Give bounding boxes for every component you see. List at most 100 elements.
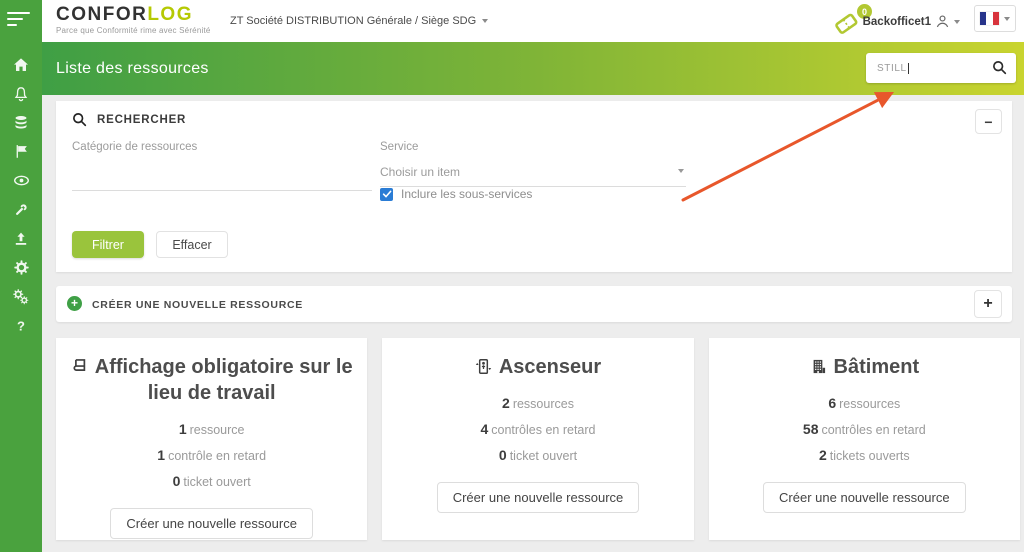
stat-value: 1 [157,447,165,463]
database-icon [13,115,29,131]
sidebar-item-tools[interactable] [0,195,42,224]
stat-tickets-ouverts: 2tickets ouverts [723,447,1006,463]
logo-secondary-text: LOG [147,4,193,25]
top-header: CONFORLOG Parce que Conformité rime avec… [42,0,1024,42]
france-flag-icon [980,12,999,25]
stat-value: 2 [502,395,510,411]
service-select[interactable]: Choisir un item [380,165,686,187]
logo-primary-text: CONFOR [56,4,147,25]
card-batiment: Bâtiment 6ressources 58contrôles en reta… [709,338,1020,540]
sidebar-item-help[interactable] [0,311,42,340]
add-button[interactable]: + [974,290,1002,318]
ticket-icon [832,7,860,35]
upload-icon [13,231,29,247]
eye-icon [13,172,30,189]
stat-tickets-ouverts: 0ticket ouvert [396,447,679,463]
filter-panel-title: RECHERCHER [97,114,186,126]
building-icon [810,358,827,375]
person-icon [935,14,950,29]
search-icon[interactable] [992,60,1007,75]
stat-label: contrôles en retard [821,423,925,437]
sidebar-item-advanced-settings[interactable] [0,282,42,311]
stat-label: tickets ouverts [830,449,910,463]
stat-value: 1 [179,421,187,437]
create-resource-button[interactable]: Créer une nouvelle ressource [763,482,966,513]
stat-label: ressources [839,397,900,411]
question-mark-icon [13,318,29,334]
checkbox-checked[interactable] [380,188,393,201]
card-title-row: Bâtiment [723,354,1006,380]
create-resource-label: CRÉER UNE NOUVELLE RESSOURCE [92,299,303,311]
elevator-icon [475,358,492,375]
app-logo: CONFORLOG Parce que Conformité rime avec… [56,5,211,35]
stat-value: 58 [803,421,819,437]
sidebar-item-reports[interactable] [0,137,42,166]
stat-ressources: 1ressource [70,421,353,437]
page-banner: Liste des ressources STILL [42,42,1024,95]
stat-value: 4 [480,421,488,437]
card-ascenseur: Ascenseur 2ressources 4contrôles en reta… [382,338,693,540]
sidebar-item-monitoring[interactable] [0,166,42,195]
stat-tickets-ouverts: 0ticket ouvert [70,473,353,489]
card-title-row: Affichage obligatoire sur le lieu de tra… [70,354,353,406]
chevron-down-icon [1004,17,1010,21]
card-title: Affichage obligatoire sur le lieu de tra… [95,356,353,404]
sidebar-item-home[interactable] [0,50,42,79]
stat-label: contrôle en retard [168,449,266,463]
stat-controles-retard: 58contrôles en retard [723,421,1006,437]
create-resource-button[interactable]: Créer une nouvelle ressource [110,508,313,539]
company-selector-label: ZT Société DISTRIBUTION Générale / Siège… [230,15,476,27]
bell-icon [13,86,29,102]
stat-value: 0 [173,473,181,489]
include-subservices-option[interactable]: Inclure les sous-services [380,187,532,201]
stat-value: 6 [828,395,836,411]
stat-ressources: 6ressources [723,395,1006,411]
sidebar [0,0,42,552]
book-icon [71,358,88,375]
logo-tagline: Parce que Conformité rime avec Sérénité [56,26,211,35]
chevron-down-icon [678,169,684,173]
stat-controles-retard: 1contrôle en retard [70,447,353,463]
sidebar-item-settings[interactable] [0,253,42,282]
stat-label: ticket ouvert [183,475,250,489]
create-resource-button[interactable]: Créer une nouvelle ressource [437,482,640,513]
user-menu[interactable]: Backofficet1 [863,14,960,29]
collapse-panel-button[interactable]: − [975,109,1002,134]
card-title: Ascenseur [499,356,601,378]
service-select-value: Choisir un item [380,165,460,179]
stat-label: ticket ouvert [510,449,577,463]
filter-button[interactable]: Filtrer [72,231,144,258]
stat-controles-retard: 4contrôles en retard [396,421,679,437]
category-input[interactable] [72,165,372,191]
language-selector[interactable] [974,5,1016,32]
stat-label: ressources [513,397,574,411]
stat-ressources: 2ressources [396,395,679,411]
clear-button[interactable]: Effacer [156,231,228,258]
search-input[interactable]: STILL [877,63,967,76]
home-icon [13,57,29,73]
service-field-label: Service [380,141,686,153]
sidebar-item-resources[interactable] [0,108,42,137]
global-search-box: STILL [866,53,1016,83]
app-screen: CONFORLOG Parce que Conformité rime avec… [0,0,1024,552]
gear-icon [14,260,29,275]
category-cards-row: Affichage obligatoire sur le lieu de tra… [56,338,1020,540]
company-selector[interactable]: ZT Société DISTRIBUTION Générale / Siège… [230,15,488,27]
hamburger-menu-icon[interactable] [7,12,30,30]
card-title-row: Ascenseur [396,354,679,380]
flag-icon [14,144,29,159]
plus-circle-icon: + [67,296,82,311]
gears-icon [13,289,29,305]
check-icon [382,189,392,199]
username: Backofficet1 [863,16,931,28]
sidebar-item-notifications[interactable] [0,79,42,108]
filter-panel: RECHERCHER − Catégorie de ressources Ser… [56,101,1012,272]
sidebar-item-import[interactable] [0,224,42,253]
stat-value: 2 [819,447,827,463]
chevron-down-icon [482,19,488,23]
card-title: Bâtiment [834,356,920,378]
category-field-label: Catégorie de ressources [72,141,372,153]
create-resource-bar[interactable]: + CRÉER UNE NOUVELLE RESSOURCE + [56,286,1012,322]
stat-value: 0 [499,447,507,463]
search-icon [72,112,87,127]
